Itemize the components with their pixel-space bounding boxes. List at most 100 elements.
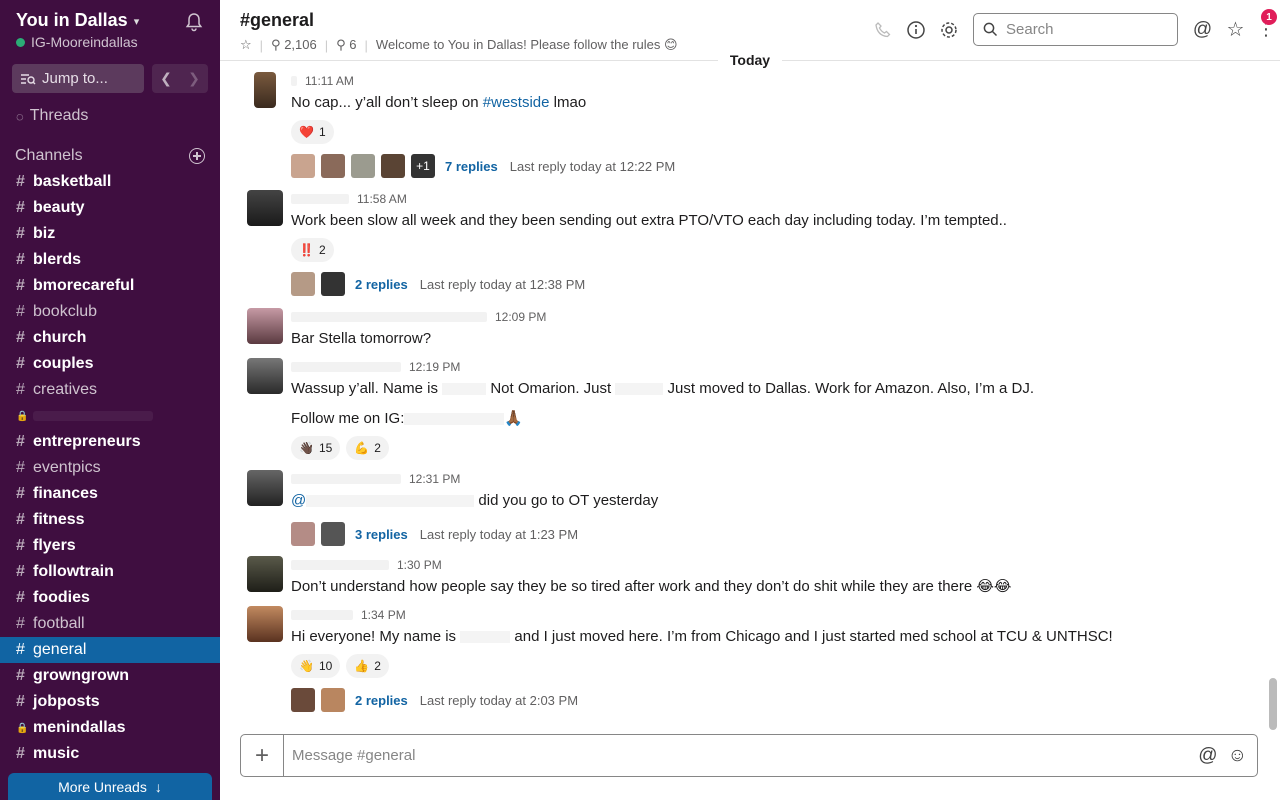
avatar[interactable] <box>247 556 283 592</box>
sidebar-item-channel[interactable]: # general <box>0 637 220 663</box>
channel-link[interactable]: #westside <box>483 94 550 111</box>
channel-name: football <box>33 615 85 632</box>
reply-count[interactable]: 2 replies <box>355 277 408 292</box>
sidebar-item-channel[interactable]: # fitness <box>0 507 220 533</box>
sidebar-item-channel[interactable]: # bookclub <box>0 299 220 325</box>
reactions: ❤️ 1 <box>291 120 1260 144</box>
star-icon[interactable]: ☆ <box>240 37 252 53</box>
timestamp[interactable]: 12:19 PM <box>409 360 460 374</box>
sidebar-item-channel[interactable]: # football <box>0 611 220 637</box>
message-text: Don’t understand how people say they be … <box>291 578 1012 595</box>
hash-icon: # <box>16 745 25 762</box>
timestamp[interactable]: 1:30 PM <box>397 558 442 572</box>
avatar[interactable] <box>247 190 283 226</box>
user-mention[interactable]: @ <box>291 492 306 509</box>
bell-icon[interactable] <box>184 12 204 32</box>
jump-to-button[interactable]: Jump to... <box>12 64 144 93</box>
info-icon[interactable] <box>899 13 932 46</box>
channel-name: bmorecareful <box>33 277 135 294</box>
sidebar-item-channel[interactable]: # blerds <box>0 247 220 273</box>
sidebar-item-channel[interactable]: # couples <box>0 351 220 377</box>
timestamp[interactable]: 1:34 PM <box>361 608 406 622</box>
sidebar: You in Dallas ▾ IG-Mooreindallas Jump to… <box>0 0 220 800</box>
message-text: Hi everyone! My name is and I just moved… <box>291 628 1113 645</box>
sidebar-item-threads[interactable]: ◌ Threads <box>0 99 220 133</box>
sidebar-item-channel[interactable]: 🔒 menindallas <box>0 715 220 741</box>
timestamp[interactable]: 12:09 PM <box>495 310 546 324</box>
timestamp[interactable]: 12:31 PM <box>409 472 460 486</box>
call-icon[interactable] <box>866 13 899 46</box>
reply-count[interactable]: 7 replies <box>445 159 498 174</box>
reaction[interactable]: ‼️ 2 <box>291 238 334 262</box>
message-text: Follow me on IG: 🙏🏾 <box>291 410 524 427</box>
channels-header[interactable]: Channels <box>0 133 220 169</box>
member-count[interactable]: ⚲ 2,106 <box>271 37 317 53</box>
emoji-icon[interactable]: ☺ <box>1228 745 1247 767</box>
reaction[interactable]: ❤️ 1 <box>291 120 334 144</box>
sidebar-item-channel[interactable]: # beauty <box>0 195 220 221</box>
reaction[interactable]: 👋 10 <box>291 654 341 678</box>
hash-icon: # <box>16 511 25 528</box>
avatar[interactable] <box>247 358 283 394</box>
hash-icon: # <box>16 459 25 476</box>
sidebar-item-channel[interactable]: # biz <box>0 221 220 247</box>
workspace-header[interactable]: You in Dallas ▾ IG-Mooreindallas <box>0 0 220 58</box>
starred-items-icon[interactable]: ☆ <box>1219 13 1252 46</box>
sidebar-item-channel[interactable]: # foodies <box>0 585 220 611</box>
channel-name: basketball <box>33 173 112 190</box>
avatar[interactable] <box>247 470 283 506</box>
thread-replies[interactable]: 2 replies Last reply today at 2:03 PM <box>291 688 1260 712</box>
channel-name: fitness <box>33 511 85 528</box>
sidebar-item-channel[interactable]: # bmorecareful <box>0 273 220 299</box>
reaction[interactable]: 👋🏿 15 <box>291 436 341 460</box>
hash-icon: # <box>16 329 25 346</box>
pinned-count[interactable]: ⚲ 6 <box>336 37 356 53</box>
channel-topic[interactable]: Welcome to You in Dallas! Please follow … <box>376 37 678 53</box>
avatar <box>321 272 345 296</box>
add-channel-icon[interactable] <box>189 148 205 164</box>
more-options-icon[interactable]: ⋮ 1 <box>1252 9 1280 46</box>
workspace-name[interactable]: You in Dallas ▾ <box>16 10 204 31</box>
sidebar-item-channel[interactable]: # creatives <box>0 377 220 403</box>
channel-name: music <box>33 745 80 762</box>
sidebar-item-channel[interactable]: 🔒 <box>0 403 220 429</box>
sidebar-item-channel[interactable]: # jobposts <box>0 689 220 715</box>
avatar[interactable] <box>247 308 283 344</box>
thread-replies[interactable]: 2 replies Last reply today at 12:38 PM <box>291 272 1260 296</box>
thread-replies[interactable]: 3 replies Last reply today at 1:23 PM <box>291 522 1260 546</box>
avatar[interactable] <box>247 606 283 642</box>
sidebar-item-channel[interactable]: # eventpics <box>0 455 220 481</box>
last-reply: Last reply today at 12:38 PM <box>419 276 586 292</box>
mention-icon[interactable]: @ <box>1198 745 1217 767</box>
avatar[interactable] <box>254 72 276 108</box>
timestamp[interactable]: 11:11 AM <box>305 74 354 88</box>
sidebar-item-channel[interactable]: # finances <box>0 481 220 507</box>
scrollbar-thumb[interactable] <box>1269 678 1277 730</box>
avatar <box>291 522 315 546</box>
message-input[interactable] <box>284 747 1199 764</box>
sidebar-item-channel[interactable]: # growngrown <box>0 663 220 689</box>
forward-arrow-icon[interactable]: ❯ <box>180 64 208 93</box>
sidebar-item-channel[interactable]: # entrepreneurs <box>0 429 220 455</box>
sidebar-item-channel[interactable]: # followtrain <box>0 559 220 585</box>
sidebar-item-channel[interactable]: # basketball <box>0 169 220 195</box>
sidebar-item-channel[interactable]: # church <box>0 325 220 351</box>
sidebar-item-channel[interactable]: # music <box>0 741 220 767</box>
sidebar-item-channel[interactable]: # flyers <box>0 533 220 559</box>
avatar <box>321 688 345 712</box>
avatar <box>291 154 315 178</box>
reply-count[interactable]: 2 replies <box>355 693 408 708</box>
reply-count[interactable]: 3 replies <box>355 527 408 542</box>
attach-plus-icon[interactable]: + <box>241 735 284 776</box>
timestamp[interactable]: 11:58 AM <box>357 192 407 206</box>
back-arrow-icon[interactable]: ❮ <box>152 64 180 93</box>
mentions-icon[interactable]: @ <box>1186 13 1219 46</box>
gear-icon[interactable] <box>932 13 965 46</box>
search-input[interactable]: Search <box>973 13 1178 46</box>
thread-replies[interactable]: +1 7 replies Last reply today at 12:22 P… <box>291 154 1260 178</box>
reaction[interactable]: 💪 2 <box>346 436 389 460</box>
channel-name <box>33 411 153 421</box>
more-unreads-button[interactable]: More Unreads ↓ <box>8 773 212 800</box>
reaction[interactable]: 👍 2 <box>346 654 389 678</box>
hash-icon: # <box>16 641 25 658</box>
